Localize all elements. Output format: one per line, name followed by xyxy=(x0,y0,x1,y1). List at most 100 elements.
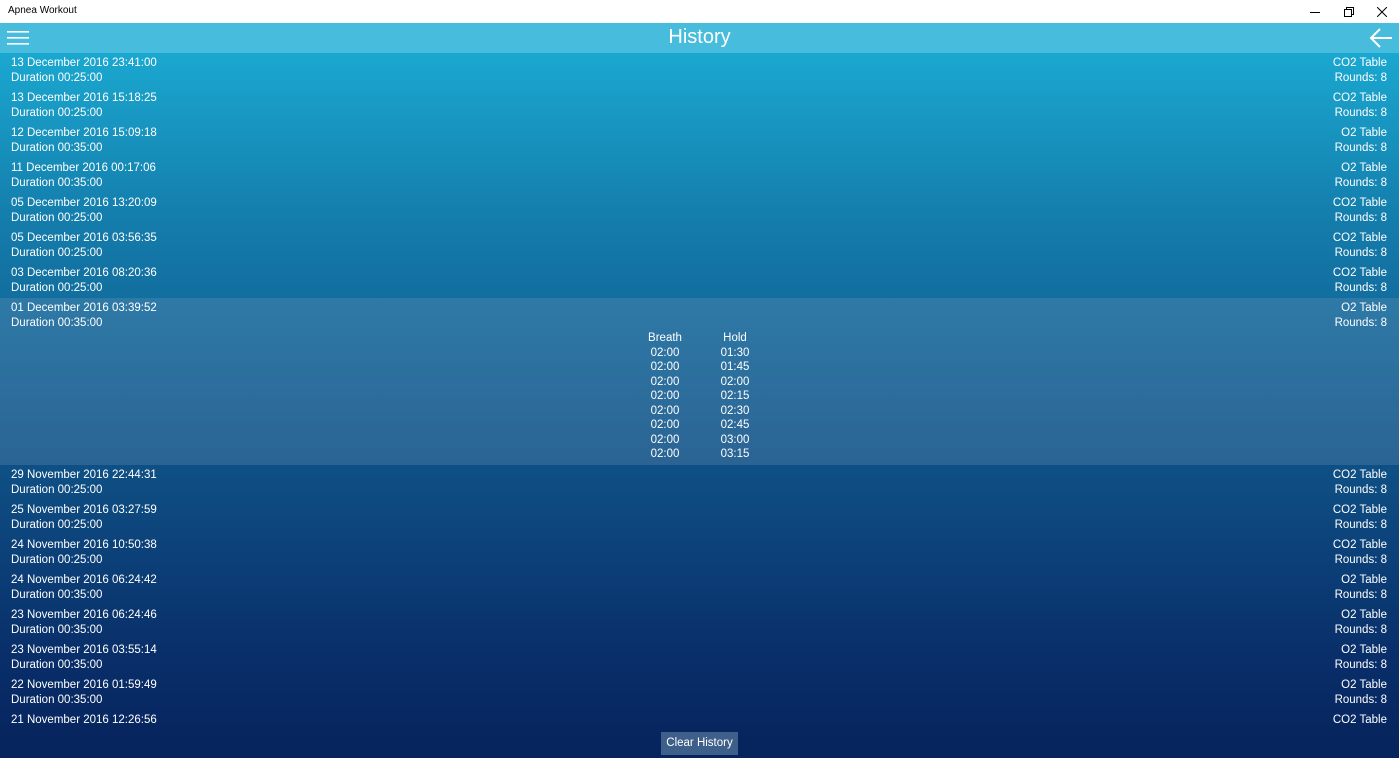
entry-datetime: 13 December 2016 23:41:00 xyxy=(11,57,157,69)
entry-datetime: 25 November 2016 03:27:59 xyxy=(11,504,157,516)
back-arrow-icon xyxy=(1369,28,1392,48)
minimize-button[interactable] xyxy=(1298,0,1332,23)
history-entry[interactable]: 29 November 2016 22:44:31 Duration 00:25:… xyxy=(0,465,1399,500)
entry-type: CO2 Table xyxy=(1332,197,1387,209)
history-entry[interactable]: 22 November 2016 01:59:49 Duration 00:35:… xyxy=(0,675,1399,710)
breath-cell: 02:00 xyxy=(650,448,680,461)
entry-datetime: 23 November 2016 06:24:46 xyxy=(11,609,157,621)
entry-rounds: Rounds: 8 xyxy=(1334,518,1387,531)
entry-rounds: Rounds: 8 xyxy=(1334,553,1387,566)
entry-datetime: 22 November 2016 01:59:49 xyxy=(11,679,157,691)
restore-icon xyxy=(1344,6,1354,17)
window-title: Apnea Workout xyxy=(8,5,77,16)
rounds-table: Breath 02:00 02:00 02:00 02:00 02:00 02:… xyxy=(630,331,770,462)
entry-duration: Duration 00:25:00 xyxy=(11,71,103,84)
entry-duration: Duration 00:35:00 xyxy=(11,693,103,706)
hold-cell: 02:00 xyxy=(720,375,750,388)
entry-rounds: Rounds: 8 xyxy=(1334,658,1387,671)
hold-cell: 02:15 xyxy=(720,390,750,403)
entry-type: CO2 Table xyxy=(1332,57,1387,69)
breath-header: Breath xyxy=(648,332,682,344)
history-entry[interactable]: 03 December 2016 08:20:36 Duration 00:25:… xyxy=(0,263,1399,298)
entry-rounds: Rounds: 8 xyxy=(1334,483,1387,496)
entry-datetime: 05 December 2016 03:56:35 xyxy=(11,232,157,244)
close-icon xyxy=(1377,6,1387,17)
history-entry[interactable]: 11 December 2016 00:17:06 Duration 00:35:… xyxy=(0,158,1399,193)
entry-duration: Duration 00:35:00 xyxy=(11,623,103,636)
entry-rounds: Rounds: 8 xyxy=(1334,176,1387,189)
entry-rounds: Rounds: 8 xyxy=(1334,281,1387,294)
entry-rounds: Rounds: 8 xyxy=(1334,623,1387,636)
entry-type: O2 Table xyxy=(1341,302,1387,314)
entry-type: O2 Table xyxy=(1341,644,1387,656)
history-entry[interactable]: 05 December 2016 13:20:09 Duration 00:25:… xyxy=(0,193,1399,228)
entry-datetime: 29 November 2016 22:44:31 xyxy=(11,469,157,481)
hold-cell: 03:00 xyxy=(720,433,750,446)
entry-datetime: 24 November 2016 10:50:38 xyxy=(11,539,157,551)
entry-duration: Duration 00:25:00 xyxy=(11,106,103,119)
entry-type: CO2 Table xyxy=(1332,92,1387,104)
entry-type: O2 Table xyxy=(1341,679,1387,691)
entry-duration: Duration 00:25:00 xyxy=(11,553,103,566)
entry-type: O2 Table xyxy=(1341,127,1387,139)
app-header: History xyxy=(0,23,1399,53)
entry-duration: Duration 00:25:00 xyxy=(11,246,103,259)
entry-duration: Duration 00:35:00 xyxy=(11,141,103,154)
window-titlebar: Apnea Workout xyxy=(0,0,1399,23)
entry-type: O2 Table xyxy=(1341,162,1387,174)
back-button[interactable] xyxy=(1365,25,1397,51)
entry-duration: Duration 00:35:00 xyxy=(11,176,103,189)
entry-type: CO2 Table xyxy=(1332,469,1387,481)
entry-duration: Duration 00:25:00 xyxy=(11,211,103,224)
hold-header: Hold xyxy=(723,332,747,344)
entry-duration: Duration 00:25:00 xyxy=(11,281,103,294)
breath-cell: 02:00 xyxy=(650,390,680,403)
entry-duration: Duration 00:35:00 xyxy=(11,658,103,671)
page-title: History xyxy=(668,26,731,48)
restore-button[interactable] xyxy=(1332,0,1366,23)
entry-type: CO2 Table xyxy=(1332,232,1387,244)
breath-cell: 02:00 xyxy=(650,346,680,359)
entry-duration: Duration 00:35:00 xyxy=(11,588,103,601)
entry-datetime: 13 December 2016 15:18:25 xyxy=(11,92,157,104)
breath-column: Breath 02:00 02:00 02:00 02:00 02:00 02:… xyxy=(630,331,700,462)
entry-rounds: Rounds: 8 xyxy=(1334,106,1387,119)
minimize-icon xyxy=(1310,11,1320,13)
close-button[interactable] xyxy=(1365,0,1399,23)
history-entry[interactable]: 25 November 2016 03:27:59 Duration 00:25:… xyxy=(0,500,1399,535)
history-entry[interactable]: 23 November 2016 06:24:46 Duration 00:35:… xyxy=(0,605,1399,640)
breath-cell: 02:00 xyxy=(650,375,680,388)
hold-cell: 01:45 xyxy=(720,361,750,374)
entry-type: CO2 Table xyxy=(1332,267,1387,279)
breath-cell: 02:00 xyxy=(650,404,680,417)
entry-datetime: 21 November 2016 12:26:56 xyxy=(11,714,157,726)
entry-rounds: Rounds: 8 xyxy=(1334,71,1387,84)
clear-history-button[interactable]: Clear History xyxy=(661,732,738,755)
history-entry[interactable]: 13 December 2016 15:18:25 Duration 00:25:… xyxy=(0,88,1399,123)
entry-datetime: 11 December 2016 00:17:06 xyxy=(11,162,156,174)
history-entry-expanded[interactable]: 01 December 2016 03:39:52 Duration 00:35:… xyxy=(0,298,1399,465)
breath-cell: 02:00 xyxy=(650,433,680,446)
history-entry[interactable]: 05 December 2016 03:56:35 Duration 00:25:… xyxy=(0,228,1399,263)
entry-datetime: 03 December 2016 08:20:36 xyxy=(11,267,157,279)
history-entry[interactable]: 23 November 2016 03:55:14 Duration 00:35:… xyxy=(0,640,1399,675)
entry-duration: Duration 00:25:00 xyxy=(11,518,103,531)
entry-rounds: Rounds: 8 xyxy=(1334,211,1387,224)
history-entry[interactable]: 13 December 2016 23:41:00 Duration 00:25:… xyxy=(0,53,1399,88)
entry-rounds: Rounds: 8 xyxy=(1334,141,1387,154)
entry-type: CO2 Table xyxy=(1332,714,1387,726)
hold-cell: 02:30 xyxy=(720,404,750,417)
history-entry[interactable]: 24 November 2016 06:24:42 Duration 00:35:… xyxy=(0,570,1399,605)
breath-cell: 02:00 xyxy=(650,419,680,432)
entry-datetime: 01 December 2016 03:39:52 xyxy=(11,302,157,314)
entry-rounds: Rounds: 8 xyxy=(1334,693,1387,706)
entry-type: CO2 Table xyxy=(1332,539,1387,551)
entry-datetime: 23 November 2016 03:55:14 xyxy=(11,644,157,656)
entry-type: CO2 Table xyxy=(1332,504,1387,516)
entry-rounds: Rounds: 8 xyxy=(1334,316,1387,329)
entry-datetime: 24 November 2016 06:24:42 xyxy=(11,574,157,586)
entry-datetime: 05 December 2016 13:20:09 xyxy=(11,197,157,209)
history-entry[interactable]: 24 November 2016 10:50:38 Duration 00:25:… xyxy=(0,535,1399,570)
history-entry[interactable]: 12 December 2016 15:09:18 Duration 00:35:… xyxy=(0,123,1399,158)
breath-cell: 02:00 xyxy=(650,361,680,374)
